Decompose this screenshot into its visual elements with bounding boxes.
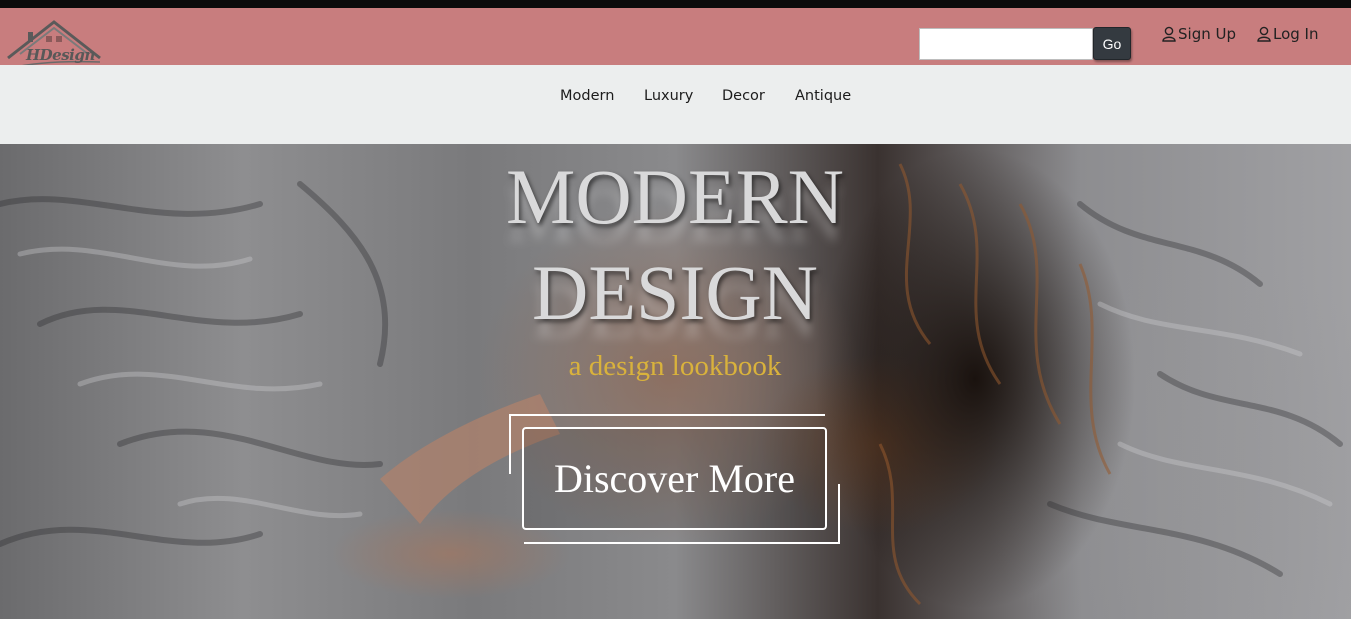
- hero-banner: MODERN DESIGN a design lookbook Discover…: [0, 144, 1351, 619]
- nav-item-antique[interactable]: Antique: [795, 88, 851, 104]
- discover-more-button[interactable]: Discover More: [522, 427, 827, 530]
- hero-title-line1: MODERN: [505, 153, 845, 240]
- top-strip: [0, 0, 1351, 8]
- category-nav: Modern Luxury Decor Antique: [0, 65, 1351, 144]
- nav-item-decor[interactable]: Decor: [722, 88, 765, 104]
- search-input[interactable]: [919, 28, 1093, 60]
- logo-text: HDesign: [26, 46, 95, 64]
- hero-subtitle: a design lookbook: [568, 350, 782, 382]
- login-link[interactable]: Log In: [1257, 25, 1319, 43]
- signup-link[interactable]: Sign Up: [1162, 25, 1236, 43]
- user-icon: [1162, 26, 1176, 42]
- user-icon: [1257, 26, 1271, 42]
- nav-item-luxury[interactable]: Luxury: [644, 88, 693, 104]
- brand-logo[interactable]: HDesign: [6, 18, 104, 70]
- signup-label: Sign Up: [1178, 25, 1236, 43]
- site-header: HDesign Go Sign Up Log In: [0, 8, 1351, 69]
- hero-title-line2: DESIGN: [532, 249, 818, 336]
- search-go-button[interactable]: Go: [1093, 27, 1131, 60]
- nav-item-modern[interactable]: Modern: [560, 88, 614, 104]
- login-label: Log In: [1273, 25, 1319, 43]
